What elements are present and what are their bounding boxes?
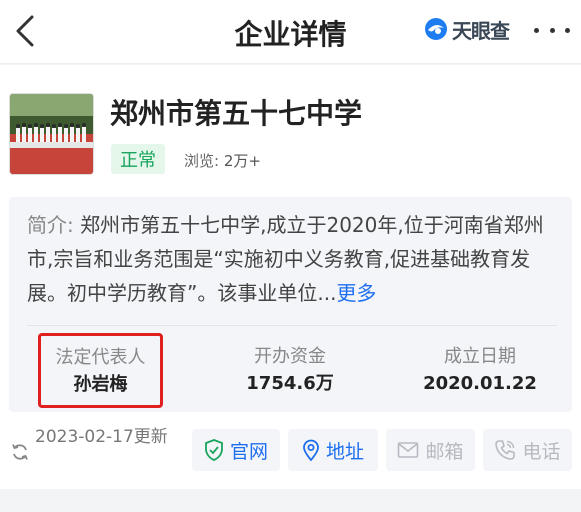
website-button[interactable]: 官网 (192, 429, 280, 471)
view-count: 浏览: 2万+ (184, 150, 261, 171)
phone-icon (495, 440, 516, 460)
page-background-strip (0, 489, 581, 512)
intro-text: 郑州市第五十七中学,成立于2020年,位于河南省郑州市,宗旨和业务范围是“实施初… (27, 213, 544, 305)
eye-logo-icon (425, 18, 447, 40)
legal-representative[interactable]: 法定代表人 孙岩梅 (38, 333, 163, 408)
company-photo[interactable] (9, 93, 94, 175)
location-pin-icon (303, 439, 319, 461)
stat-label: 成立日期 (444, 346, 516, 367)
more-dot-icon (565, 27, 570, 33)
update-time: 2023-02-17更新 (35, 427, 168, 447)
more-dot-icon (534, 27, 539, 33)
intro-more-link[interactable]: 更多 (336, 281, 376, 305)
brand-name: 天眼查 (452, 18, 510, 43)
company-intro: 简介: 郑州市第五十七中学,成立于2020年,位于河南省郑州市,宗旨和业务范围是… (27, 208, 557, 310)
phone-button[interactable]: 电话 (483, 429, 572, 471)
intro-prefix: 简介: (27, 213, 74, 237)
website-label: 官网 (229, 440, 268, 463)
company-name: 郑州市第五十七中学 (110, 97, 363, 130)
refresh-arrows-icon (12, 444, 28, 460)
phone-label: 电话 (522, 440, 561, 463)
brand-logo: 天眼查 (424, 16, 510, 43)
top-bar: 企业详情 天眼查 (0, 0, 581, 64)
divider (27, 325, 557, 326)
address-button[interactable]: 地址 (288, 429, 378, 471)
stat-label: 法定代表人 (55, 347, 146, 368)
email-button[interactable]: 邮箱 (386, 429, 475, 471)
more-dot-icon (549, 27, 555, 33)
view-count-value: 2万+ (223, 152, 261, 170)
school-photo-image (10, 94, 93, 174)
status-badge: 正常 (111, 144, 165, 174)
registered-capital: 开办资金 1754.6万 (225, 343, 355, 397)
email-label: 邮箱 (425, 440, 464, 463)
view-count-label: 浏览: (184, 152, 220, 170)
stat-value: 孙岩梅 (73, 374, 128, 395)
more-menu-button[interactable] (534, 20, 570, 40)
stat-value: 1754.6万 (246, 373, 334, 394)
stat-value: 2020.01.22 (423, 373, 537, 394)
mail-icon (398, 442, 419, 458)
address-label: 地址 (325, 440, 364, 463)
refresh-icon[interactable] (10, 442, 30, 462)
stat-label: 开办资金 (254, 346, 326, 367)
establish-date: 成立日期 2020.01.22 (415, 343, 545, 397)
shield-check-icon (205, 439, 223, 461)
